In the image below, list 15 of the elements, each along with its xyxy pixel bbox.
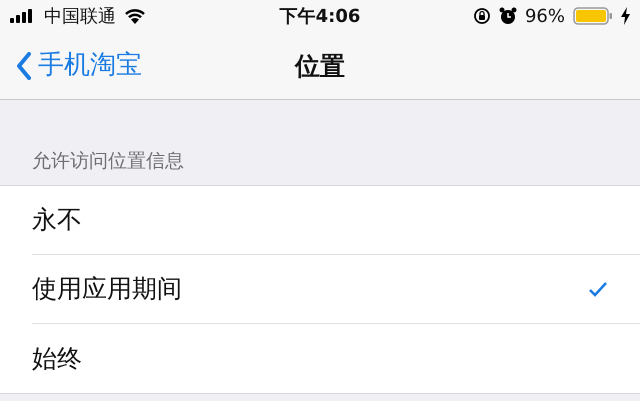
section-header: 允许访问位置信息: [32, 148, 184, 174]
clock-time: 下午4:06: [280, 4, 360, 28]
carrier-name: 中国联通: [44, 4, 116, 28]
wifi-icon: [124, 8, 146, 24]
back-chevron-icon: [16, 52, 32, 80]
alarm-clock-icon: [498, 7, 517, 25]
rotation-lock-icon: [472, 7, 491, 25]
battery-percentage: 96%: [524, 4, 565, 28]
option-label[interactable]: 永不: [32, 201, 82, 239]
back-button[interactable]: 手机淘宝: [16, 46, 142, 85]
option-label[interactable]: 始终: [32, 340, 82, 378]
page-title: 位置: [295, 50, 345, 82]
option-label[interactable]: 使用应用期间: [32, 270, 182, 308]
battery-icon: [573, 7, 613, 25]
charging-bolt-icon: [621, 7, 630, 25]
